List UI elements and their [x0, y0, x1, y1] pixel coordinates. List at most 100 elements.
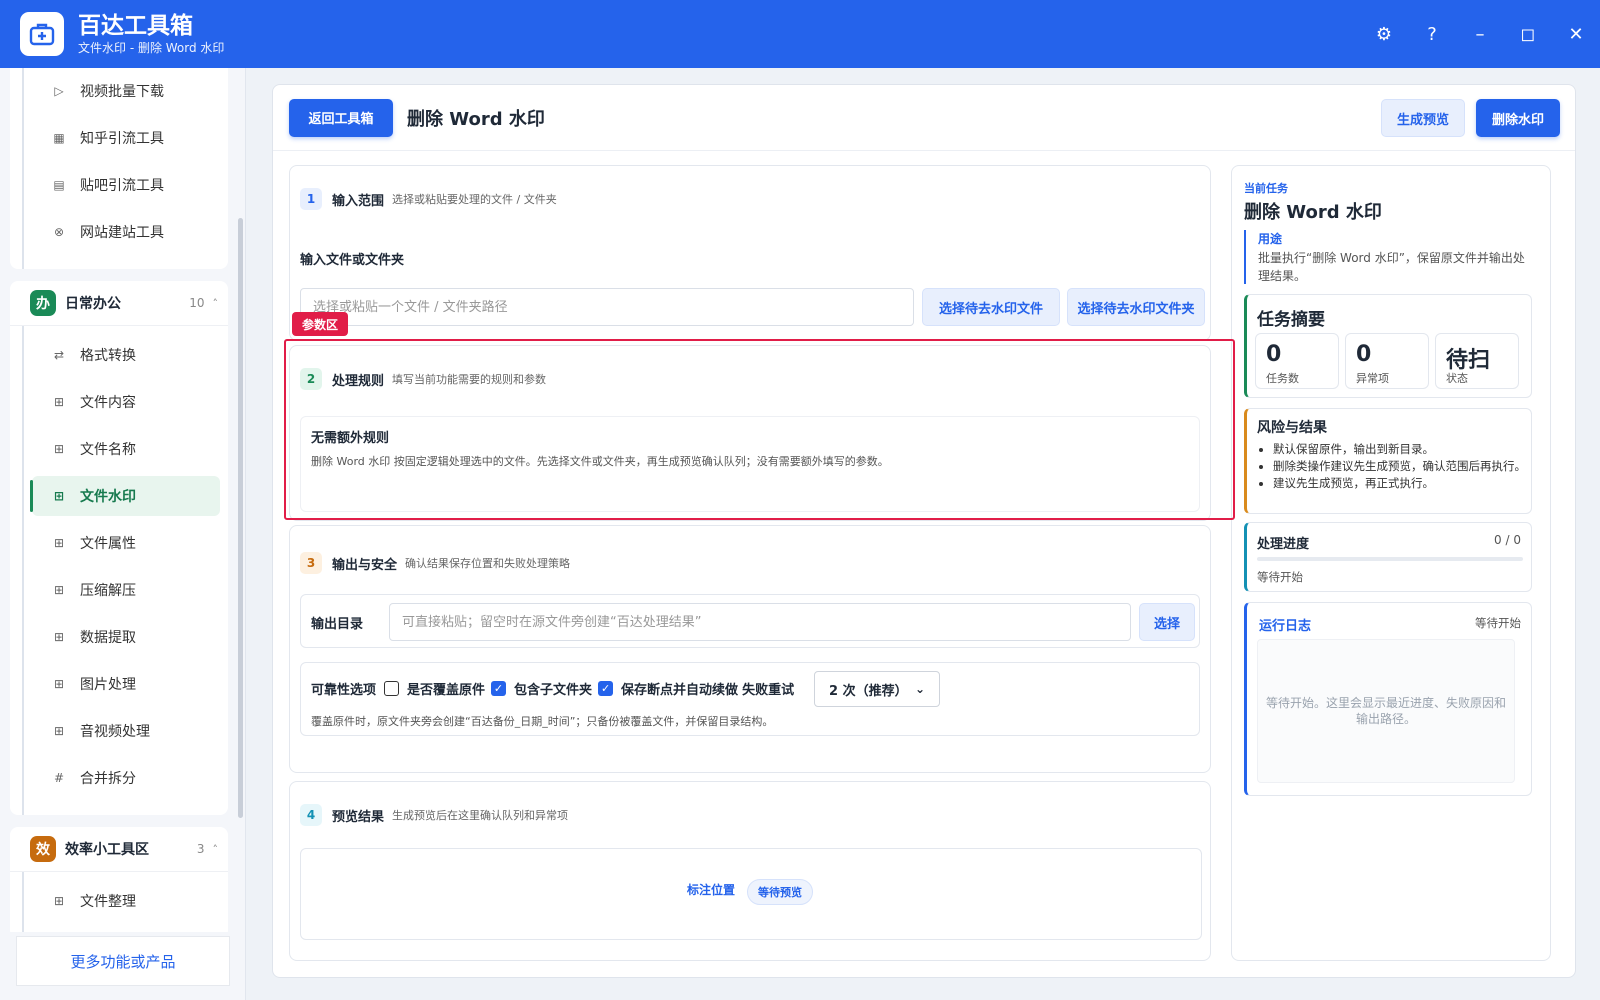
sidebar-item-tieba[interactable]: ▤ 贴吧引流工具 [32, 165, 220, 205]
summary-label: 异常项 [1356, 372, 1389, 385]
sidebar-scrollbar[interactable] [236, 68, 244, 932]
sidebar-item-file-content[interactable]: ⊞ 文件内容 [32, 382, 220, 422]
step-title: 预览结果 [332, 809, 385, 825]
progress-track [1257, 557, 1523, 561]
risk-item: 建议先生成预览，再正式执行。 [1273, 475, 1529, 491]
group-name: 日常办公 [65, 296, 121, 312]
sidebar-item-zhihu[interactable]: ▦ 知乎引流工具 [32, 118, 220, 158]
step-processing-rules: 2 处理规则 填写当前功能需要的规则和参数 无需额外规则 删除 Word 水印 … [289, 345, 1211, 521]
globe-icon: ⊗ [53, 225, 65, 239]
grid-doc-icon: ▦ [53, 131, 65, 145]
sidebar-item-format-convert[interactable]: ⇄ 格式转换 [32, 335, 220, 375]
minimize-icon[interactable]: – [1456, 14, 1504, 54]
chevron-up-icon: ˄ [212, 296, 219, 310]
output-dir-row: 输出目录 选择 [300, 594, 1200, 648]
app-logo-icon [20, 12, 64, 56]
overwrite-checkbox[interactable] [384, 681, 400, 696]
sidebar-item-label: 合并拆分 [80, 771, 136, 787]
settings-gear-icon[interactable]: ⚙ [1360, 14, 1408, 54]
step-preview-result: 4 预览结果 生成预览后在这里确认队列和异常项 标注位置 等待预览 [289, 781, 1211, 961]
sidebar-item-merge-split[interactable]: # 合并拆分 [32, 758, 220, 798]
group-count: 10 [189, 296, 205, 310]
task-summary-box: 任务摘要 0 任务数 0 异常项 待扫 状态 [1244, 294, 1532, 398]
sidebar-item-label: 贴吧引流工具 [80, 178, 164, 194]
sidebar-item-compress[interactable]: ⊞ 压缩解压 [32, 570, 220, 610]
summary-task-count: 0 任务数 [1255, 333, 1339, 389]
remove-watermark-button[interactable]: 删除水印 [1476, 99, 1560, 137]
maximize-icon[interactable]: ◻ [1504, 14, 1552, 54]
step-number: 3 [300, 552, 322, 574]
sidebar-item-file-properties[interactable]: ⊞ 文件属性 [32, 523, 220, 563]
resume-checkbox[interactable]: ✓ [598, 681, 614, 696]
step-desc: 确认结果保存位置和失败处理策略 [405, 557, 571, 570]
grid-icon: ⊞ [53, 536, 65, 550]
grid-icon: ⊞ [53, 677, 65, 691]
close-icon[interactable]: ✕ [1552, 14, 1600, 54]
steps-column: 1 输入范围 选择或粘贴要处理的文件 / 文件夹 输入文件或文件夹 选择待去水印… [289, 165, 1211, 961]
log-title: 运行日志 [1259, 619, 1312, 634]
choose-output-button[interactable]: 选择 [1139, 603, 1195, 641]
sidebar-item-video-download[interactable]: ▷ 视频批量下载 [32, 71, 220, 111]
more-products-link[interactable]: 更多功能或产品 [16, 936, 230, 986]
log-content-area[interactable]: 等待开始。这里会显示最近进度、失败原因和输出路径。 [1257, 639, 1515, 783]
summary-title: 任务摘要 [1257, 310, 1325, 330]
sidebar-item-website-builder[interactable]: ⊗ 网站建站工具 [32, 212, 220, 252]
help-icon[interactable]: ? [1408, 14, 1456, 54]
step-title: 输出与安全 [332, 557, 398, 573]
current-task-caption: 当前任务 [1244, 182, 1288, 195]
page-header: 返回工具箱 删除 Word 水印 生成预览 删除水印 [273, 85, 1575, 151]
sidebar-item-label: 文件名称 [80, 442, 136, 458]
grid-icon: ⊞ [53, 442, 65, 456]
preview-area: 标注位置 等待预览 [300, 848, 1202, 940]
efficiency-badge-icon: 效 [30, 836, 56, 862]
summary-label: 状态 [1446, 372, 1468, 385]
grid-icon: ⊞ [53, 630, 65, 644]
select-file-button[interactable]: 选择待去水印文件 [922, 288, 1060, 326]
generate-preview-button[interactable]: 生成预览 [1381, 99, 1465, 137]
retry-select-value: 2 次（推荐） [829, 683, 908, 699]
current-task-title: 删除 Word 水印 [1244, 202, 1382, 223]
sidebar-item-file-watermark[interactable]: ⊞ 文件水印 [30, 476, 220, 516]
back-to-toolbox-button[interactable]: 返回工具箱 [289, 98, 393, 137]
output-dir-input[interactable] [389, 603, 1131, 641]
group-header-efficiency[interactable]: 效 效率小工具区 3 ˄ [10, 827, 228, 871]
sidebar-item-label: 图片处理 [80, 677, 136, 693]
sidebar-item-label: 文件水印 [80, 489, 136, 505]
risk-item: 默认保留原件，输出到新目录。 [1273, 441, 1529, 457]
sidebar-item-data-extract[interactable]: ⊞ 数据提取 [32, 617, 220, 657]
sidebar-item-file-name[interactable]: ⊞ 文件名称 [32, 429, 220, 469]
retry-select[interactable]: 2 次（推荐） ⌄ [814, 671, 940, 707]
video-icon: ▷ [54, 84, 64, 98]
step-desc: 选择或粘贴要处理的文件 / 文件夹 [392, 193, 557, 206]
sidebar-scroll-area: ▷ 视频批量下载 ▦ 知乎引流工具 ▤ 贴吧引流工具 ⊗ 网站建站工具 办 日常办公 1… [10, 68, 228, 932]
sidebar-item-label: 视频批量下载 [80, 84, 164, 100]
sidebar-item-label: 网站建站工具 [80, 225, 164, 241]
scrollbar-thumb[interactable] [238, 218, 243, 818]
risk-list: 默认保留原件，输出到新目录。 删除类操作建议先生成预览，确认范围后再执行。 建议… [1273, 441, 1529, 492]
subfolder-checkbox[interactable]: ✓ [491, 681, 507, 696]
reliability-options-box: 可靠性选项 是否覆盖原件 ✓ 包含子文件夹 ✓ 保存断点并自动续做 失败重试 2… [300, 662, 1200, 736]
main-panel: 返回工具箱 删除 Word 水印 生成预览 删除水印 1 输入范围 选择或粘贴要… [272, 84, 1576, 978]
usage-text: 批量执行“删除 Word 水印”，保留原文件并输出处理结果。 [1258, 251, 1525, 283]
sidebar-item-audio-video[interactable]: ⊞ 音视频处理 [32, 711, 220, 751]
log-placeholder: 等待开始。这里会显示最近进度、失败原因和输出路径。 [1265, 696, 1506, 726]
progress-status: 等待开始 [1257, 570, 1303, 584]
group-header-daily-office[interactable]: 办 日常办公 10 ˄ [10, 281, 228, 325]
reliability-label: 可靠性选项 [311, 683, 377, 698]
step-title: 输入范围 [332, 193, 385, 209]
group-count: 3 [196, 842, 205, 856]
preview-status-pill: 等待预览 [747, 879, 813, 905]
parameter-area-tag: 参数区 [292, 312, 349, 336]
step-output-safety: 3 输出与安全 确认结果保存位置和失败处理策略 输出目录 选择 可靠性选项 是否… [289, 525, 1211, 773]
page-title: 删除 Word 水印 [407, 108, 545, 130]
step-number: 1 [300, 188, 322, 210]
sidebar-item-file-organize[interactable]: ⊞ 文件整理 [32, 881, 220, 921]
title-bar: 百达工具箱 文件水印 - 删除 Word 水印 ⚙ ? – ◻ ✕ [0, 0, 1600, 68]
sidebar-item-image[interactable]: ⊞ 图片处理 [32, 664, 220, 704]
swap-icon: ⇄ [53, 348, 65, 362]
select-folder-button[interactable]: 选择待去水印文件夹 [1067, 288, 1205, 326]
step-desc: 生成预览后在这里确认队列和异常项 [392, 809, 569, 822]
input-path-field[interactable] [300, 288, 914, 326]
summary-exception-count: 0 异常项 [1345, 333, 1429, 389]
sidebar-group-partial: ▷ 视频批量下载 ▦ 知乎引流工具 ▤ 贴吧引流工具 ⊗ 网站建站工具 [10, 68, 228, 269]
